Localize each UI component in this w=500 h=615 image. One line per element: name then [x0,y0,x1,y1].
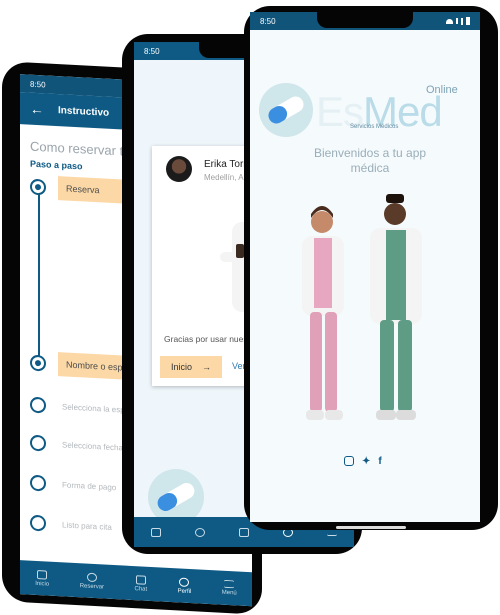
nav-label: Perfil [177,587,192,595]
nav-label: Reservar [79,582,105,591]
chat-icon [239,527,249,537]
signal-icon [461,17,463,25]
header-title: Instructivo [58,104,110,119]
home-icon [37,569,48,580]
step-indicator [30,434,46,452]
social-links: ✦ f [344,456,382,467]
nav-reservar[interactable] [195,527,205,537]
step-indicator [30,474,46,492]
chat-icon [135,574,146,585]
bienvenida-screen: 8:50 EsMed Online Servicios Médicos Bien… [250,12,480,522]
phone-bienvenida: 8:50 EsMed Online Servicios Médicos Bien… [244,6,498,530]
timeline-line [38,181,40,362]
step-indicator [30,396,46,414]
nav-perfil[interactable]: Perfil [177,576,192,595]
step-indicator [30,178,46,196]
welcome-line-1: Bienvenidos a tu app [313,146,427,160]
facebook-icon[interactable]: f [378,456,381,467]
arrow-right-icon: → [201,362,211,372]
step-label: Forma de pago [62,479,117,492]
nav-reservar[interactable]: Reservar [80,572,104,590]
status-icons [446,17,470,25]
stethoscope-icon [86,572,97,582]
step-indicator [30,514,46,532]
battery-icon [466,17,470,25]
status-time: 8:50 [144,46,160,56]
nav-label: Inicio [35,580,50,588]
nav-chat[interactable]: Chat [134,574,148,593]
nav-label: Chat [134,585,148,593]
menu-icon [224,579,235,589]
inicio-label: Inicio [170,362,192,372]
signal-icon [456,18,458,24]
home-icon [151,527,161,537]
logo-online: Online [426,84,458,96]
wifi-icon [446,18,453,24]
step-label: Selecciona fecha [62,439,123,453]
camera-notch [317,12,413,28]
page-subtitle: Paso a paso [30,158,83,172]
instagram-icon[interactable] [344,456,354,466]
doctors-illustration [302,194,422,420]
user-icon [179,576,190,587]
nav-inicio[interactable] [151,527,161,537]
avatar [166,156,192,182]
bottom-nav: Inicio Reservar Chat Perfil Menú [20,560,252,607]
back-arrow-icon[interactable]: ← [30,101,44,118]
nav-chat[interactable] [239,527,249,537]
welcome-text: Bienvenidos a tu app médica [270,146,470,176]
nav-inicio[interactable]: Inicio [35,569,49,587]
stethoscope-icon [195,527,205,537]
step-label: Listo para cita [62,519,112,532]
welcome-line-2: médica [350,161,390,175]
status-time: 8:50 [30,79,46,89]
nav-label: Menú [221,589,237,597]
home-indicator [336,526,406,529]
status-time: 8:50 [260,16,276,26]
logo-pill-icon [259,83,313,137]
step-indicator [30,354,46,372]
twitter-icon[interactable]: ✦ [362,456,370,467]
nav-menu[interactable]: Menú [221,579,237,597]
logo-tagline: Servicios Médicos [350,124,399,130]
inicio-button[interactable]: Inicio → [160,356,222,378]
